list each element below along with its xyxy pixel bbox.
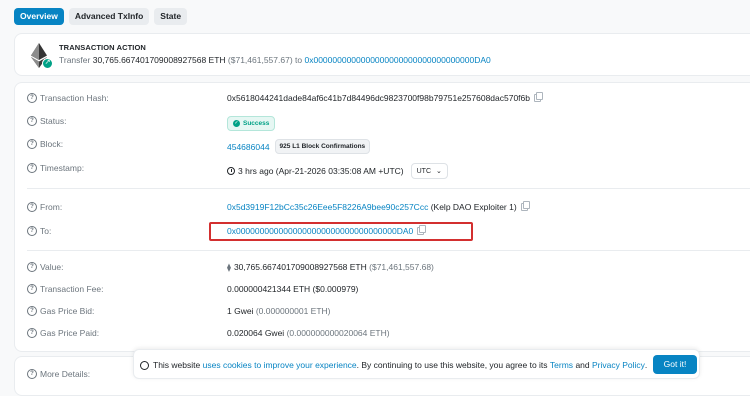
action-to-address-link[interactable]: 0x0000000000000000000000000000000000DA0: [305, 55, 491, 65]
transaction-action-summary: Transfer 30,765.667401709008927568 ETH (…: [59, 55, 491, 65]
help-icon[interactable]: ?: [27, 226, 37, 236]
timestamp-row: ? Timestamp: 3 hrs ago (Apr-21-2026 03:35…: [27, 163, 747, 179]
privacy-policy-link[interactable]: Privacy Policy: [592, 360, 645, 370]
tab-bar: Overview Advanced TxInfo State: [14, 8, 188, 25]
timestamp-value: 3 hrs ago (Apr-21-2026 03:35:08 AM +UTC): [238, 166, 404, 176]
tab-overview[interactable]: Overview: [14, 8, 64, 25]
divider: [27, 250, 750, 251]
action-usd: ($71,461,557.67): [227, 55, 293, 65]
help-icon[interactable]: ?: [27, 306, 37, 316]
value-row: ? Value: ⧫ 30,765.667401709008927568 ETH (…: [27, 262, 747, 276]
copy-icon[interactable]: [534, 92, 543, 102]
help-icon[interactable]: ?: [27, 116, 37, 126]
transaction-details-card: ? Transaction Hash: 0x5618044241dade84af6…: [14, 82, 750, 352]
clock-icon: [227, 167, 235, 175]
block-row: ? Block: 454686044 925 L1 Block Confirmati…: [27, 139, 747, 154]
fee-row: ? Transaction Fee: 0.000000421344 ETH ($0…: [27, 284, 747, 298]
status-badge: ✓ Success: [227, 116, 276, 131]
help-icon[interactable]: ?: [27, 202, 37, 212]
more-details-toggle[interactable]: ? More Details:: [27, 369, 90, 379]
gas-bid-row: ? Gas Price Bid: 1 Gwei (0.000000001 ETH): [27, 306, 747, 320]
from-address-link[interactable]: 0x5d3919F12bCc35c26Eee5F8226A9bee90c257C…: [227, 202, 428, 212]
hash-row: ? Transaction Hash: 0x5618044241dade84af6…: [27, 92, 747, 107]
help-icon[interactable]: ?: [27, 369, 37, 379]
chevron-down-icon: ⌄: [436, 168, 442, 175]
from-address-name: (Kelp DAO Exploiter 1): [430, 202, 517, 212]
transaction-action-title: TRANSACTION ACTION: [59, 43, 146, 52]
help-icon[interactable]: ?: [27, 284, 37, 294]
cookie-message: This website uses cookies to improve you…: [140, 360, 647, 370]
value-amount: 30,765.667401709008927568 ETH: [233, 262, 367, 272]
timezone-select[interactable]: UTC ⌄: [410, 163, 448, 179]
copy-icon[interactable]: [520, 201, 530, 211]
help-icon[interactable]: ?: [27, 328, 37, 338]
action-amount: 30,765.667401709008927568 ETH: [92, 55, 226, 65]
terms-link[interactable]: Terms: [550, 360, 573, 370]
ethereum-icon: ⧫: [227, 262, 231, 272]
gas-bid-eth: (0.000000001 ETH): [255, 306, 331, 316]
cookie-icon: [140, 360, 149, 370]
gas-bid-value: 1 Gwei: [227, 306, 254, 316]
status-row: ? Status: ✓ Success: [27, 116, 747, 131]
transaction-action-card: ↗ TRANSACTION ACTION Transfer 30,765.667…: [14, 33, 750, 76]
tab-advanced-txinfo[interactable]: Advanced TxInfo: [68, 8, 150, 25]
help-icon[interactable]: ?: [27, 262, 37, 272]
value-usd: ($71,461,557.68): [369, 262, 434, 272]
help-icon[interactable]: ?: [27, 139, 37, 149]
from-row: ? From: 0x5d3919F12bCc35c26Eee5F8226A9bee…: [27, 201, 747, 216]
cookies-link[interactable]: uses cookies to improve your experience: [203, 360, 357, 370]
fee-value: 0.000000421344 ETH ($0.000979): [227, 284, 359, 294]
gas-paid-value: 0.020064 Gwei: [227, 328, 285, 338]
gas-paid-eth: (0.000000000020064 ETH): [286, 328, 390, 338]
transaction-hash: 0x5618044241dade84af6c41b7d84496dc982370…: [227, 93, 530, 103]
arrow-badge-icon: ↗: [42, 58, 53, 69]
confirmations-badge: 925 L1 Block Confirmations: [274, 139, 371, 154]
gas-paid-row: ? Gas Price Paid: 0.020064 Gwei (0.000000…: [27, 328, 747, 342]
to-address-highlight-box: [209, 222, 473, 241]
check-icon: ✓: [233, 120, 240, 127]
got-it-button[interactable]: Got it!: [653, 355, 697, 374]
help-icon[interactable]: ?: [27, 93, 37, 103]
help-icon[interactable]: ?: [27, 163, 37, 173]
divider: [27, 188, 750, 189]
block-number-link[interactable]: 454686044: [227, 142, 270, 152]
tab-state[interactable]: State: [154, 8, 188, 25]
